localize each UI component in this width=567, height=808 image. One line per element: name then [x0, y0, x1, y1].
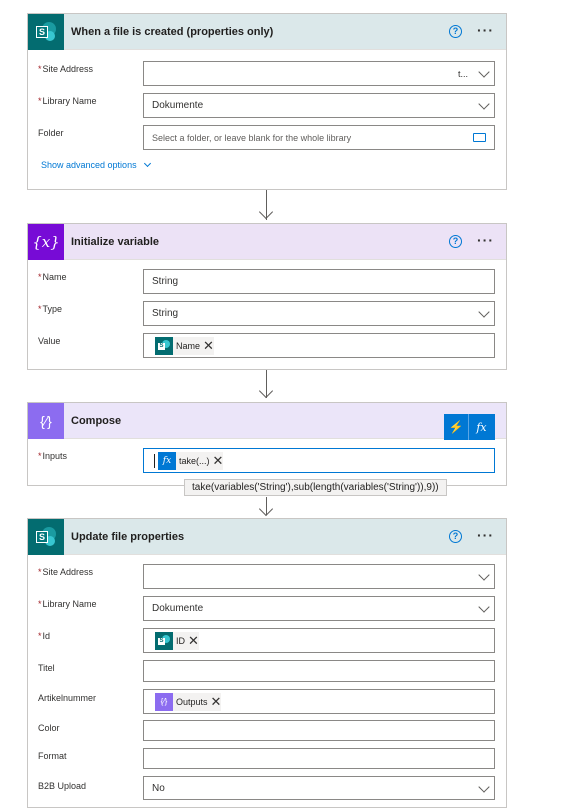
- library-name-label: *Library Name: [38, 96, 97, 106]
- id-input[interactable]: S ID ✕: [143, 628, 495, 653]
- remove-token-icon[interactable]: ✕: [213, 454, 224, 467]
- expression-tooltip: take(variables('String'),sub(length(vari…: [184, 479, 447, 496]
- trigger-header[interactable]: S When a file is created (properties onl…: [28, 13, 506, 50]
- color-label: Color: [38, 723, 60, 733]
- chevron-down-icon: [478, 781, 490, 793]
- sharepoint-icon: S: [28, 518, 64, 555]
- titel-label: Titel: [38, 663, 55, 673]
- inputs-label: *Inputs: [38, 451, 68, 461]
- update-file-title: Update file properties: [71, 530, 185, 543]
- site-address-dropdown[interactable]: t...: [143, 61, 495, 86]
- trigger-title: When a file is created (properties only): [71, 25, 274, 38]
- compose-inputs-field[interactable]: fx take(...) ✕: [143, 448, 495, 473]
- remove-token-icon[interactable]: ✕: [188, 634, 199, 647]
- variable-icon: {x}: [28, 223, 64, 260]
- site-address-dropdown[interactable]: [143, 564, 495, 589]
- more-options-icon[interactable]: ···: [477, 232, 494, 248]
- trigger-card: S When a file is created (properties onl…: [27, 13, 507, 190]
- init-variable-card: {x} Initialize variable ? ··· *Name Stri…: [27, 223, 507, 370]
- compose-header[interactable]: {∕} Compose: [28, 402, 506, 439]
- compose-title: Compose: [71, 414, 122, 427]
- color-input[interactable]: [143, 720, 495, 741]
- show-advanced-options-link[interactable]: Show advanced options: [41, 159, 151, 170]
- value-label: Value: [38, 336, 61, 346]
- artikelnummer-label: Artikelnummer: [38, 693, 97, 703]
- expression-token[interactable]: fx take(...) ✕: [158, 451, 224, 470]
- format-input[interactable]: [143, 748, 495, 769]
- titel-input[interactable]: [143, 660, 495, 682]
- compose-card: {∕} Compose *Inputs fx take(...) ✕: [27, 402, 507, 486]
- dynamic-content-toolbar: ⚡ fx: [444, 414, 495, 440]
- library-name-dropdown[interactable]: Dokumente: [143, 93, 495, 118]
- sharepoint-icon: S: [28, 13, 64, 50]
- site-address-label: *Site Address: [38, 567, 94, 577]
- arrow-down-icon: [258, 383, 274, 399]
- chevron-down-icon: [143, 159, 151, 168]
- dynamic-content-token[interactable]: S ID ✕: [155, 631, 199, 650]
- folder-input[interactable]: Select a folder, or leave blank for the …: [143, 125, 495, 150]
- folder-label: Folder: [38, 128, 64, 138]
- more-options-icon[interactable]: ···: [477, 527, 494, 543]
- help-icon[interactable]: ?: [449, 25, 462, 38]
- chevron-down-icon: [478, 66, 490, 78]
- update-file-card: S Update file properties ? ··· *Site Add…: [27, 518, 507, 808]
- compose-icon: {∕}: [28, 402, 64, 439]
- arrow-down-icon: [258, 501, 274, 517]
- chevron-down-icon: [478, 98, 490, 110]
- library-name-dropdown[interactable]: Dokumente: [143, 596, 495, 621]
- variable-type-dropdown[interactable]: String: [143, 301, 495, 326]
- variable-value-input[interactable]: S Name ✕: [143, 333, 495, 358]
- remove-token-icon[interactable]: ✕: [203, 339, 214, 352]
- text-cursor: [154, 453, 155, 468]
- dynamic-content-token[interactable]: S Name ✕: [155, 336, 214, 355]
- init-variable-header[interactable]: {x} Initialize variable ? ···: [28, 223, 506, 260]
- library-name-label: *Library Name: [38, 599, 97, 609]
- variable-name-input[interactable]: String: [143, 269, 495, 294]
- name-label: *Name: [38, 272, 67, 282]
- sharepoint-icon: S: [155, 336, 173, 355]
- format-label: Format: [38, 751, 67, 761]
- help-icon[interactable]: ?: [449, 530, 462, 543]
- help-icon[interactable]: ?: [449, 235, 462, 248]
- chevron-down-icon: [478, 306, 490, 318]
- folder-icon[interactable]: [473, 133, 486, 142]
- dynamic-content-token[interactable]: {∕} Outputs ✕: [155, 692, 222, 711]
- b2b-upload-dropdown[interactable]: No: [143, 776, 495, 800]
- arrow-down-icon: [258, 204, 274, 220]
- chevron-down-icon: [478, 569, 490, 581]
- remove-token-icon[interactable]: ✕: [211, 695, 222, 708]
- more-options-icon[interactable]: ···: [477, 22, 494, 38]
- type-label: *Type: [38, 304, 63, 314]
- expression-fx-button[interactable]: fx: [469, 414, 494, 440]
- b2b-upload-label: B2B Upload: [38, 781, 87, 791]
- artikelnummer-input[interactable]: {∕} Outputs ✕: [143, 689, 495, 714]
- dynamic-content-icon[interactable]: ⚡: [444, 414, 469, 440]
- sharepoint-icon: S: [155, 631, 173, 650]
- update-file-header[interactable]: S Update file properties ? ···: [28, 518, 506, 555]
- compose-icon: {∕}: [155, 692, 173, 711]
- site-address-label: *Site Address: [38, 64, 94, 74]
- fx-icon: fx: [158, 451, 176, 470]
- init-variable-title: Initialize variable: [71, 235, 160, 248]
- chevron-down-icon: [478, 601, 490, 613]
- id-label: *Id: [38, 631, 51, 641]
